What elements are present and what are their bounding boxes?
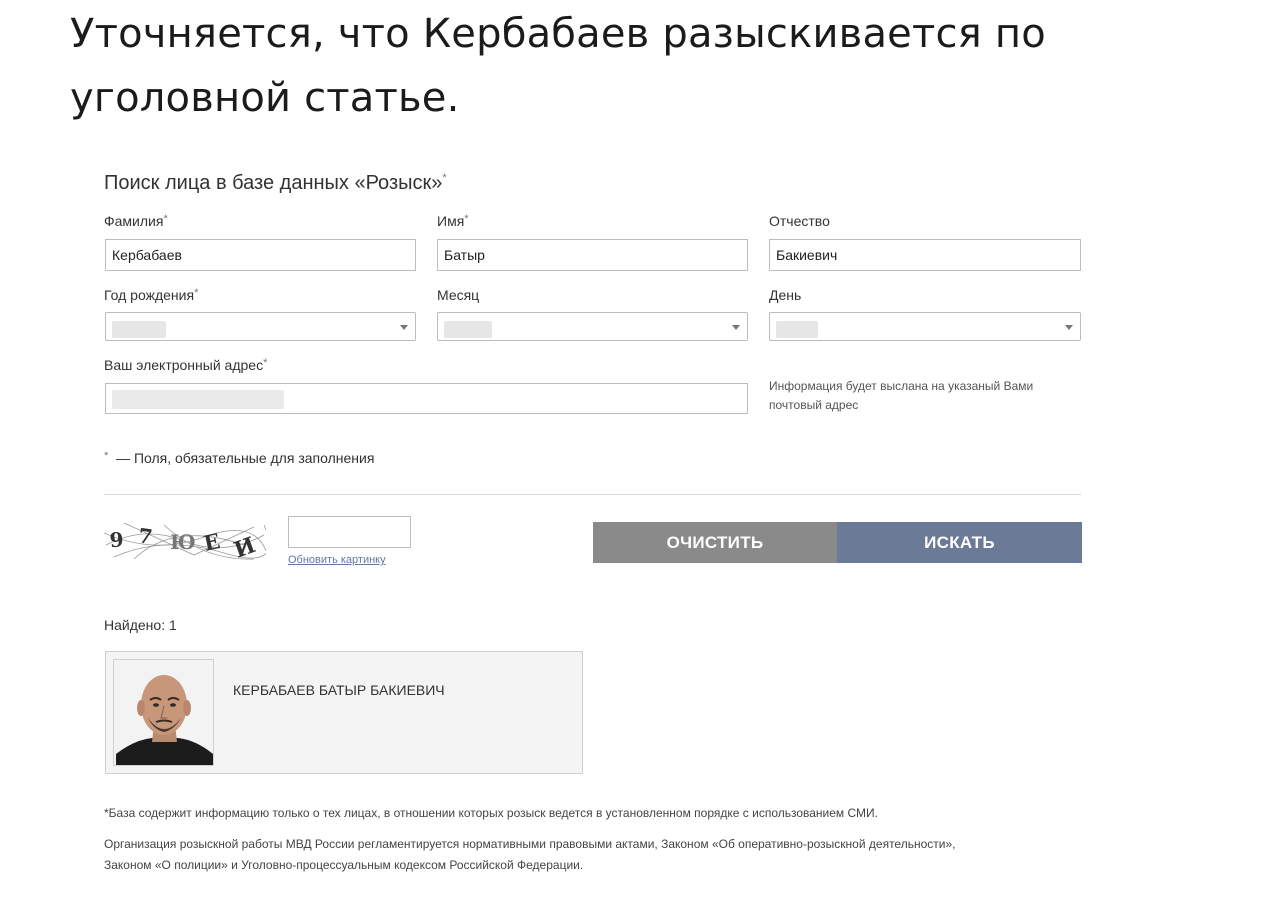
footnote-legal-line: Организация розыскной работы МВД России …: [104, 837, 956, 851]
captcha-input[interactable]: [288, 516, 411, 548]
month-label: Месяц: [437, 287, 480, 303]
name-input[interactable]: Батыр: [437, 239, 748, 271]
form-title: Поиск лица в базе данных «Розыск»*: [104, 172, 447, 195]
email-label-text: Ваш электронный адрес: [104, 357, 264, 373]
required-mark: *: [104, 450, 109, 462]
captcha-char: Ю: [170, 530, 196, 554]
day-label: День: [769, 287, 802, 303]
day-select[interactable]: [769, 312, 1081, 341]
chevron-down-icon: [732, 325, 740, 330]
captcha-char: И: [230, 532, 258, 564]
patronymic-input[interactable]: Бакиевич: [769, 239, 1081, 271]
footnote-legal: Организация розыскной работы МВД России …: [104, 834, 1104, 876]
name-label-text: Имя: [437, 213, 465, 229]
blurred-value: [444, 321, 492, 338]
email-label: Ваш электронный адрес*: [104, 357, 267, 373]
headline-line-2: уголовной статье.: [70, 75, 460, 121]
required-note-text: — Поля, обязательные для заполнения: [116, 450, 375, 466]
blurred-value: [112, 390, 284, 409]
form-title-text: Поиск лица в базе данных «Розыск»: [104, 172, 443, 194]
required-note: * — Поля, обязательные для заполнения: [104, 450, 374, 466]
person-photo-image: [114, 660, 213, 765]
patronymic-label: Отчество: [769, 213, 830, 229]
email-hint-line: почтовый адрес: [769, 398, 859, 412]
result-name[interactable]: КЕРБАБАЕВ БАТЫР БАКИЕВИЧ: [233, 682, 445, 698]
blurred-value: [112, 321, 166, 338]
headline-line-1: Уточняется, что Кербабаев разыскивается …: [70, 11, 1046, 57]
email-hint: Информация будет выслана на указаный Вам…: [769, 377, 1069, 415]
birth-year-select[interactable]: [105, 312, 416, 341]
chevron-down-icon: [400, 325, 408, 330]
chevron-down-icon: [1065, 325, 1073, 330]
divider: [104, 494, 1081, 495]
name-label: Имя*: [437, 213, 469, 229]
surname-label: Фамилия*: [104, 213, 168, 229]
birth-year-label: Год рождения*: [104, 287, 198, 303]
email-hint-line: Информация будет выслана на указаный Вам…: [769, 379, 1034, 393]
result-card[interactable]: КЕРБАБАЕВ БАТЫР БАКИЕВИЧ: [105, 651, 583, 774]
clear-button[interactable]: ОЧИСТИТЬ: [593, 522, 837, 563]
refresh-captcha-link[interactable]: Обновить картинку: [288, 554, 386, 566]
search-button[interactable]: ИСКАТЬ: [837, 522, 1082, 563]
surname-label-text: Фамилия: [104, 213, 164, 229]
form-title-mark: *: [442, 172, 447, 184]
headline: Уточняется, что Кербабаев разыскивается …: [70, 2, 1230, 130]
month-select[interactable]: [437, 312, 748, 341]
captcha-char: 9: [109, 527, 125, 552]
required-mark: *: [263, 357, 268, 369]
footnote-disclaimer: *База содержит информацию только о тех л…: [104, 806, 879, 820]
captcha-image: 9 7 Ю Е И: [103, 515, 270, 565]
required-mark: *: [464, 213, 469, 225]
blurred-value: [776, 321, 818, 338]
footnote-legal-line: Законом «О полиции» и Уголовно-процессуа…: [104, 858, 584, 872]
captcha-noise: 9 7 Ю Е И: [103, 522, 270, 564]
person-photo: [113, 659, 214, 766]
results-count: Найдено: 1: [104, 617, 177, 633]
email-field[interactable]: [105, 383, 748, 414]
birth-year-label-text: Год рождения: [104, 287, 195, 303]
required-mark: *: [194, 287, 199, 299]
required-mark: *: [163, 213, 168, 225]
surname-input[interactable]: Кербабаев: [105, 239, 416, 271]
